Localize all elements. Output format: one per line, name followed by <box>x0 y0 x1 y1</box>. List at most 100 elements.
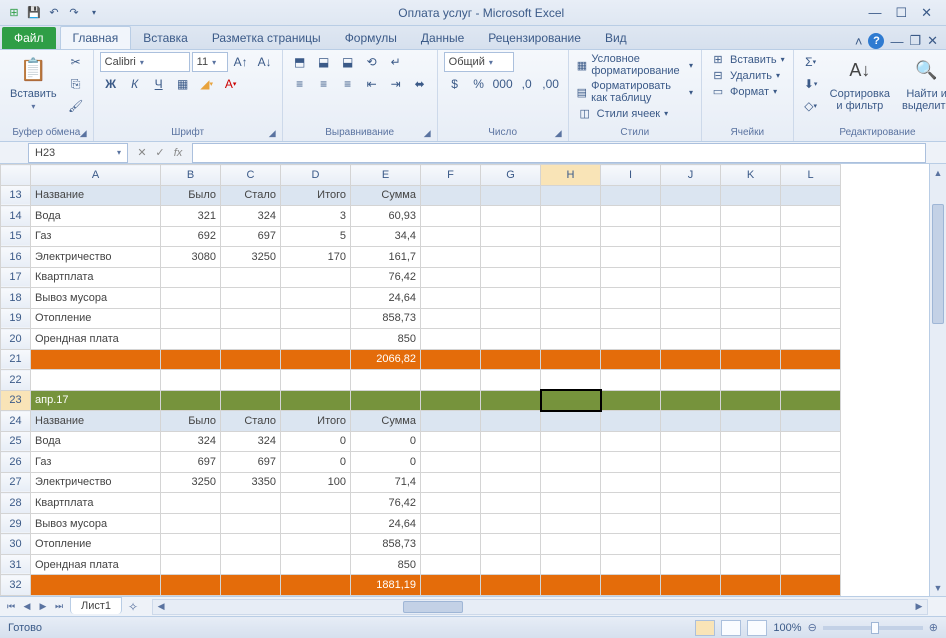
cell-K25[interactable] <box>721 431 781 452</box>
cell-A21[interactable] <box>31 349 161 370</box>
cell-K19[interactable] <box>721 308 781 329</box>
cell-L22[interactable] <box>781 370 841 391</box>
cell-I31[interactable] <box>601 554 661 575</box>
cell-H14[interactable] <box>541 206 601 227</box>
cell-J16[interactable] <box>661 247 721 268</box>
cell-L20[interactable] <box>781 329 841 350</box>
cell-C24[interactable]: Стало <box>221 411 281 432</box>
help-icon[interactable]: ? <box>868 33 884 49</box>
cell-C16[interactable]: 3250 <box>221 247 281 268</box>
ribbon-tab-6[interactable]: Вид <box>593 27 639 49</box>
cell-F16[interactable] <box>421 247 481 268</box>
cell-D14[interactable]: 3 <box>281 206 351 227</box>
row-header-15[interactable]: 15 <box>1 226 31 247</box>
cell-J25[interactable] <box>661 431 721 452</box>
zoom-level[interactable]: 100% <box>773 622 801 634</box>
cell-L19[interactable] <box>781 308 841 329</box>
cell-E28[interactable]: 76,42 <box>351 493 421 514</box>
cell-E19[interactable]: 858,73 <box>351 308 421 329</box>
cell-H16[interactable] <box>541 247 601 268</box>
cell-H13[interactable] <box>541 185 601 206</box>
cell-L14[interactable] <box>781 206 841 227</box>
cell-D28[interactable] <box>281 493 351 514</box>
cell-I27[interactable] <box>601 472 661 493</box>
alignment-dialog-icon[interactable]: ◢ <box>424 128 431 139</box>
cell-D19[interactable] <box>281 308 351 329</box>
cell-F26[interactable] <box>421 452 481 473</box>
col-header-D[interactable]: D <box>281 165 351 186</box>
cell-G24[interactable] <box>481 411 541 432</box>
cell-J19[interactable] <box>661 308 721 329</box>
cell-H22[interactable] <box>541 370 601 391</box>
comma-button[interactable]: 000 <box>492 74 514 94</box>
page-break-view-button[interactable] <box>747 620 767 636</box>
cell-D29[interactable] <box>281 513 351 534</box>
cell-D20[interactable] <box>281 329 351 350</box>
align-center-button[interactable]: ≡ <box>313 74 335 94</box>
cell-F14[interactable] <box>421 206 481 227</box>
cell-H28[interactable] <box>541 493 601 514</box>
new-sheet-icon[interactable]: ✧ <box>122 600 144 614</box>
cell-D15[interactable]: 5 <box>281 226 351 247</box>
cell-B32[interactable] <box>161 575 221 596</box>
cell-C19[interactable] <box>221 308 281 329</box>
cell-B26[interactable]: 697 <box>161 452 221 473</box>
sheet-nav-prev-icon[interactable]: ◀ <box>20 601 34 612</box>
cell-L24[interactable] <box>781 411 841 432</box>
row-header-17[interactable]: 17 <box>1 267 31 288</box>
insert-cells-button[interactable]: ⊞Вставить▾ <box>708 52 787 67</box>
shrink-font-button[interactable]: A↓ <box>254 52 276 72</box>
cell-A25[interactable]: Вода <box>31 431 161 452</box>
cell-J28[interactable] <box>661 493 721 514</box>
cell-G32[interactable] <box>481 575 541 596</box>
conditional-formatting-button[interactable]: ▦Условное форматирование▾ <box>575 52 695 78</box>
cell-H24[interactable] <box>541 411 601 432</box>
select-all-corner[interactable] <box>1 165 31 186</box>
cell-L25[interactable] <box>781 431 841 452</box>
cell-J26[interactable] <box>661 452 721 473</box>
cell-A23[interactable]: апр.17 <box>31 390 161 411</box>
cell-J22[interactable] <box>661 370 721 391</box>
row-header-32[interactable]: 32 <box>1 575 31 596</box>
ribbon-tab-4[interactable]: Данные <box>409 27 476 49</box>
col-header-L[interactable]: L <box>781 165 841 186</box>
cell-I21[interactable] <box>601 349 661 370</box>
cell-E17[interactable]: 76,42 <box>351 267 421 288</box>
cell-H18[interactable] <box>541 288 601 309</box>
cell-C28[interactable] <box>221 493 281 514</box>
cell-B28[interactable] <box>161 493 221 514</box>
cell-I32[interactable] <box>601 575 661 596</box>
row-header-26[interactable]: 26 <box>1 452 31 473</box>
cell-L16[interactable] <box>781 247 841 268</box>
cell-G31[interactable] <box>481 554 541 575</box>
fill-color-button[interactable]: ◢▾ <box>196 74 218 94</box>
cell-I19[interactable] <box>601 308 661 329</box>
cell-styles-button[interactable]: ◫Стили ячеек▾ <box>575 106 671 121</box>
window-restore-icon[interactable]: ❐ <box>909 33 921 49</box>
cell-C20[interactable] <box>221 329 281 350</box>
cell-L13[interactable] <box>781 185 841 206</box>
find-select-button[interactable]: 🔍 Найти и выделить <box>898 52 946 114</box>
enter-formula-icon[interactable]: ✓ <box>152 146 168 159</box>
cell-E15[interactable]: 34,4 <box>351 226 421 247</box>
decrease-indent-button[interactable]: ⇤ <box>361 74 383 94</box>
cell-G17[interactable] <box>481 267 541 288</box>
formula-input[interactable] <box>192 143 926 163</box>
cell-F15[interactable] <box>421 226 481 247</box>
horizontal-scrollbar[interactable]: ◀ ▶ <box>152 599 928 615</box>
cell-F20[interactable] <box>421 329 481 350</box>
col-header-F[interactable]: F <box>421 165 481 186</box>
cell-B19[interactable] <box>161 308 221 329</box>
cell-A27[interactable]: Электричество <box>31 472 161 493</box>
cell-K20[interactable] <box>721 329 781 350</box>
cell-F25[interactable] <box>421 431 481 452</box>
undo-icon[interactable]: ↶ <box>46 5 62 21</box>
page-layout-view-button[interactable] <box>721 620 741 636</box>
cell-B21[interactable] <box>161 349 221 370</box>
orientation-button[interactable]: ⟲ <box>361 52 383 72</box>
align-middle-button[interactable]: ⬓ <box>313 52 335 72</box>
worksheet-grid[interactable]: ABCDEFGHIJKL13НазваниеБылоСталоИтогоСумм… <box>0 164 946 596</box>
cell-B20[interactable] <box>161 329 221 350</box>
cell-H21[interactable] <box>541 349 601 370</box>
underline-button[interactable]: Ч <box>148 74 170 94</box>
